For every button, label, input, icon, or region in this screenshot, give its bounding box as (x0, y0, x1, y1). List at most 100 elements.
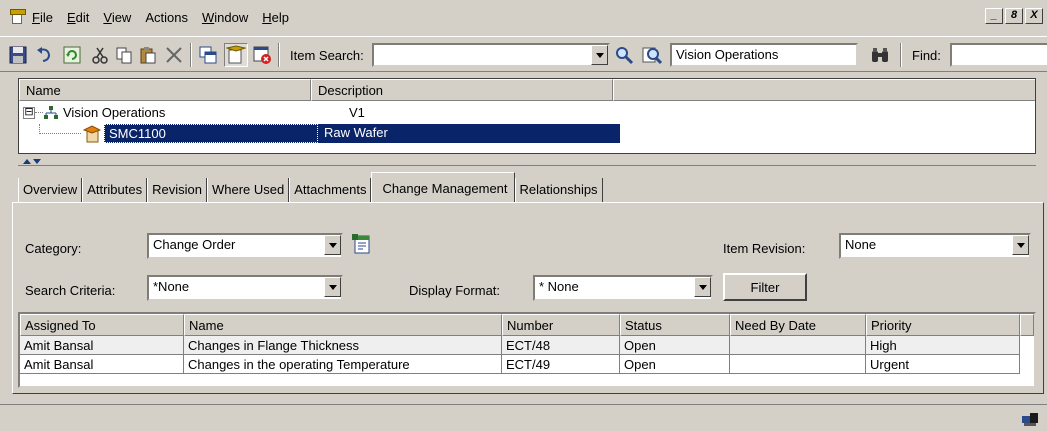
undo-icon[interactable] (34, 45, 54, 65)
tree-header: Name Description (19, 79, 1035, 101)
chevron-down-icon[interactable] (694, 277, 711, 297)
search-criteria-value: *None (153, 279, 190, 294)
close-button[interactable]: X (1025, 8, 1043, 24)
toolbar: Item Search: Vision Operations Find: (0, 36, 1047, 72)
tree-row-description: V1 (349, 105, 365, 120)
item-revision-select[interactable]: None (839, 233, 1031, 259)
column-assigned-to[interactable]: Assigned To (20, 314, 184, 336)
find-input[interactable] (950, 43, 1047, 67)
category-value: Change Order (153, 237, 236, 252)
tab-revision[interactable]: Revision (147, 178, 207, 202)
cell-status: Open (620, 355, 730, 374)
tab-relationships[interactable]: Relationships (514, 178, 603, 202)
windows-icon[interactable] (198, 45, 218, 65)
cell-number: ECT/48 (502, 336, 620, 355)
tree-column-filler (613, 79, 1035, 101)
search-icon[interactable] (614, 45, 634, 65)
find-label: Find: (912, 48, 941, 63)
column-need-by-date[interactable]: Need By Date (730, 314, 866, 336)
panel-splitter[interactable] (18, 156, 1036, 166)
cell-need-by-date (730, 336, 866, 355)
tab-attributes[interactable]: Attributes (82, 178, 148, 202)
tree-column-name[interactable]: Name (19, 79, 311, 101)
binoculars-icon[interactable] (870, 45, 890, 65)
tab-attachments[interactable]: Attachments (289, 178, 372, 202)
column-filler (1020, 314, 1034, 336)
filter-button[interactable]: Filter (723, 273, 807, 301)
chevron-down-icon[interactable] (1012, 235, 1029, 255)
item-revision-label: Item Revision: (723, 241, 806, 256)
organization-value: Vision Operations (676, 47, 779, 62)
menu-file[interactable]: File (32, 10, 53, 25)
tab-strip: Overview Attributes Revision Where Used … (18, 172, 603, 202)
tree-row-name: SMC1100 (104, 124, 318, 143)
cell-priority: High (866, 336, 1020, 355)
table-row[interactable]: Amit Bansal Changes in the operating Tem… (20, 355, 1020, 374)
tab-where-used[interactable]: Where Used (206, 178, 290, 202)
app-icon (10, 9, 26, 25)
search-criteria-select[interactable]: *None (147, 275, 343, 301)
organization-icon (44, 105, 58, 119)
chevron-down-icon[interactable] (591, 45, 608, 65)
toolbar-separator (900, 43, 902, 67)
chevron-down-icon[interactable] (324, 235, 341, 255)
minimize-button[interactable]: _ (985, 8, 1003, 24)
column-status[interactable]: Status (620, 314, 730, 336)
display-format-value: * None (539, 279, 579, 294)
item-icon (83, 124, 101, 142)
cell-priority: Urgent (866, 355, 1020, 374)
column-priority[interactable]: Priority (866, 314, 1020, 336)
copy-icon[interactable] (114, 45, 134, 65)
toolbar-separator (278, 43, 280, 67)
display-format-select[interactable]: * None (533, 275, 713, 301)
new-change-order-icon[interactable] (351, 233, 373, 255)
column-name[interactable]: Name (184, 314, 502, 336)
connection-status-icon (1022, 413, 1038, 426)
refresh-icon[interactable] (62, 45, 82, 65)
menu-actions[interactable]: Actions (145, 10, 188, 25)
tab-overview[interactable]: Overview (18, 178, 83, 202)
cell-number: ECT/49 (502, 355, 620, 374)
save-icon[interactable] (8, 45, 28, 65)
category-select[interactable]: Change Order (147, 233, 343, 259)
restore-button[interactable]: 8 (1005, 8, 1023, 24)
menu-edit[interactable]: Edit (67, 10, 89, 25)
grid-header: Assigned To Name Number Status Need By D… (20, 314, 1034, 336)
cell-assigned-to: Amit Bansal (20, 336, 184, 355)
collapse-icon[interactable]: ⊟ (23, 106, 35, 119)
tree-row-selected[interactable]: SMC1100 Raw Wafer (83, 124, 623, 143)
tree-row-name: Vision Operations (63, 105, 166, 120)
tree-row[interactable]: ⊟ Vision Operations V1 (23, 103, 623, 122)
tree-column-description[interactable]: Description (311, 79, 613, 101)
item-tree: Name Description ⊟ Vision Operations V1 … (18, 78, 1036, 154)
item-search-combo[interactable] (372, 43, 610, 67)
window-controls: _ 8 X (985, 8, 1043, 24)
tab-change-management[interactable]: Change Management (371, 172, 515, 202)
toolbar-separator (190, 43, 192, 67)
display-format-label: Display Format: (409, 283, 501, 298)
menu-bar: File Edit View Actions Window Help (0, 0, 1047, 34)
menu-help[interactable]: Help (262, 10, 289, 25)
menu-window[interactable]: Window (202, 10, 248, 25)
item-search-label: Item Search: (290, 48, 364, 63)
item-revision-value: None (845, 237, 877, 252)
close-item-icon[interactable] (252, 45, 272, 65)
cell-assigned-to: Amit Bansal (20, 355, 184, 374)
item-icon (226, 45, 246, 64)
menu-view[interactable]: View (103, 10, 131, 25)
organization-field[interactable]: Vision Operations (670, 43, 858, 67)
advanced-search-icon[interactable] (642, 45, 662, 65)
table-row[interactable]: Amit Bansal Changes in Flange Thickness … (20, 336, 1020, 355)
cell-need-by-date (730, 355, 866, 374)
cell-name: Changes in the operating Temperature (184, 355, 502, 374)
paste-icon[interactable] (138, 45, 158, 65)
item-view-toggle[interactable] (224, 43, 248, 67)
chevron-down-icon[interactable] (324, 277, 341, 297)
status-bar (0, 404, 1047, 431)
delete-icon[interactable] (164, 45, 184, 65)
search-criteria-label: Search Criteria: (25, 283, 116, 298)
column-number[interactable]: Number (502, 314, 620, 336)
tree-row-description: Raw Wafer (318, 124, 620, 143)
cut-icon[interactable] (90, 45, 110, 65)
change-orders-grid: Assigned To Name Number Status Need By D… (18, 312, 1036, 388)
